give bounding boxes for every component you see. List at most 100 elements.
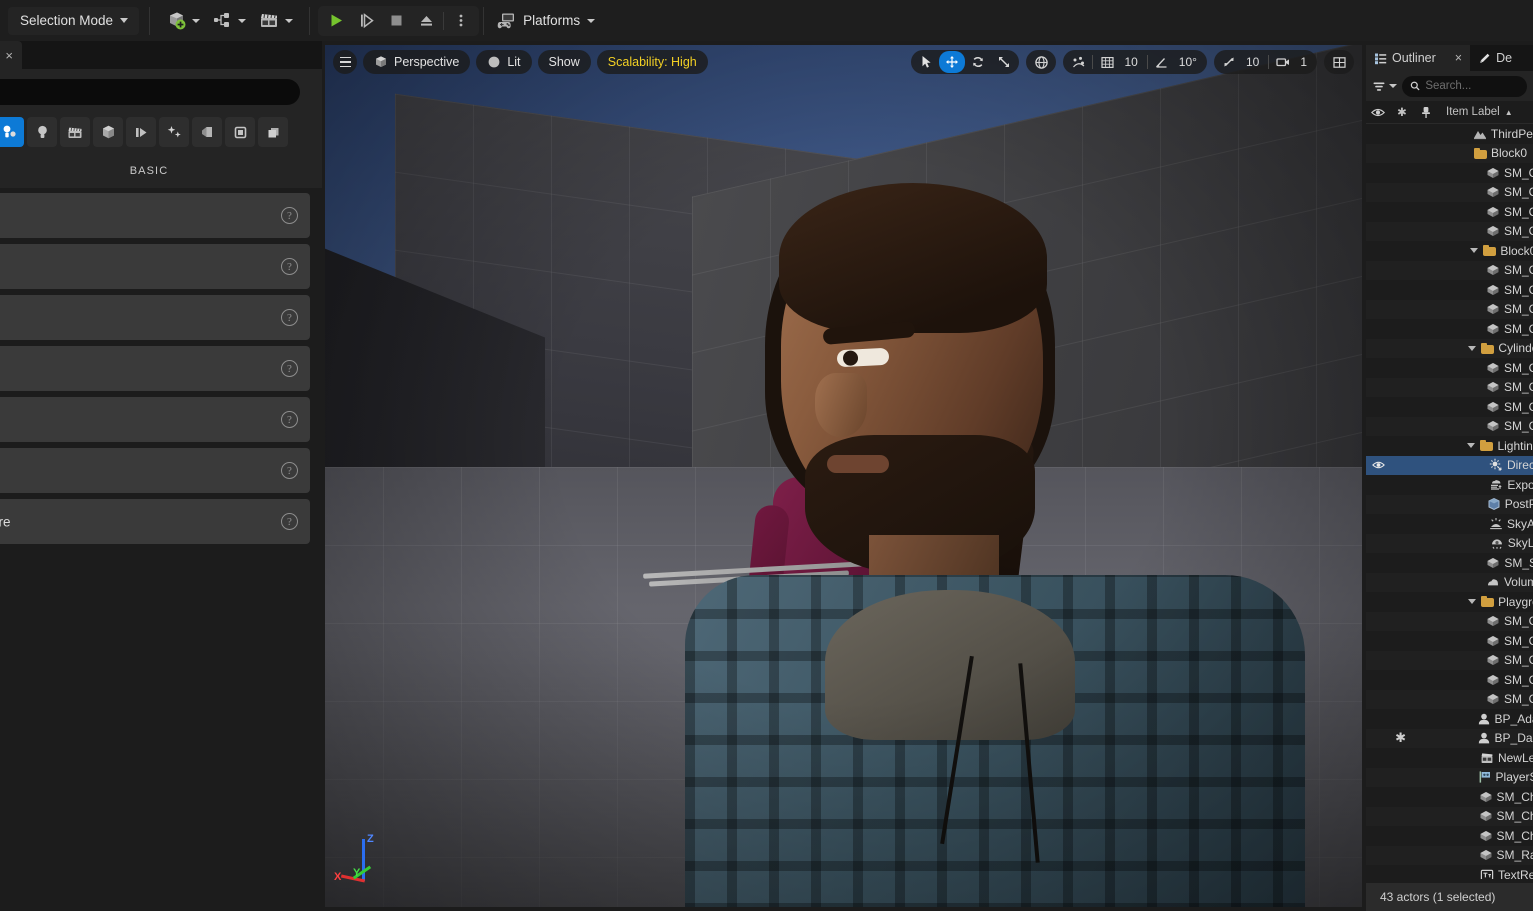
help-icon[interactable]: ?: [281, 462, 298, 479]
category-vfx[interactable]: [159, 117, 189, 147]
place-actor-item[interactable]: phere ?: [0, 499, 310, 544]
close-icon[interactable]: ×: [1455, 51, 1462, 65]
view-mode-dropdown[interactable]: Lit: [476, 50, 532, 74]
outliner-row[interactable]: SM_C: [1366, 202, 1533, 222]
place-actor-item[interactable]: ?: [0, 244, 310, 289]
outliner-row[interactable]: SM_C: [1366, 670, 1533, 690]
outliner-row[interactable]: NewLe: [1366, 748, 1533, 768]
platforms-dropdown[interactable]: Platforms: [488, 6, 603, 36]
outliner-row[interactable]: SM_Ch: [1366, 806, 1533, 826]
outliner-row[interactable]: SM_C: [1366, 377, 1533, 397]
outliner-row[interactable]: TextRe: [1366, 865, 1533, 879]
angle-snap-button[interactable]: [1149, 51, 1175, 73]
blueprints-dropdown[interactable]: [206, 6, 252, 36]
help-icon[interactable]: ?: [281, 411, 298, 428]
outliner-row[interactable]: SM_Ch: [1366, 787, 1533, 807]
outliner-row[interactable]: SM_C: [1366, 611, 1533, 631]
cinematics-dropdown[interactable]: [252, 6, 299, 36]
grid-snap-value[interactable]: 10: [1120, 55, 1145, 69]
category-geometry[interactable]: [126, 117, 156, 147]
outliner-row[interactable]: SM_S: [1366, 553, 1533, 573]
category-recently-placed[interactable]: [258, 117, 288, 147]
grid-snap-button[interactable]: [1094, 51, 1120, 73]
outliner-tree[interactable]: ThirdPers Block0 SM_C SM_C SM_C SM_C Block0 SM_…: [1366, 124, 1533, 879]
skip-button[interactable]: [351, 6, 381, 36]
outliner-row[interactable]: SM_C: [1366, 650, 1533, 670]
expander-icon[interactable]: [1470, 248, 1479, 254]
row-visibility-toggle[interactable]: [1366, 460, 1391, 470]
help-icon[interactable]: ?: [281, 207, 298, 224]
outliner-row[interactable]: SM_Ra: [1366, 845, 1533, 865]
outliner-row[interactable]: Cylinde: [1366, 338, 1533, 358]
category-visual-effects[interactable]: [93, 117, 123, 147]
outliner-search[interactable]: [1402, 75, 1527, 97]
outliner-search-input[interactable]: [1425, 80, 1519, 92]
category-basic[interactable]: [0, 117, 24, 147]
outliner-row[interactable]: SM_C: [1366, 416, 1533, 436]
outliner-row[interactable]: SM_C: [1366, 358, 1533, 378]
camera-mode-dropdown[interactable]: Perspective: [363, 50, 471, 74]
place-actors-search-input[interactable]: [0, 79, 300, 105]
outliner-row[interactable]: Playgro: [1366, 592, 1533, 612]
outliner-row[interactable]: ✱ BP_Dax: [1366, 728, 1533, 748]
outliner-row[interactable]: SM_C: [1366, 163, 1533, 183]
surface-snap-button[interactable]: [1065, 51, 1091, 73]
outliner-row[interactable]: SM_Ch: [1366, 826, 1533, 846]
rotate-tool-button[interactable]: [965, 51, 991, 73]
expander-icon[interactable]: [1468, 599, 1477, 605]
world-coordinate-button[interactable]: [1028, 51, 1054, 73]
eject-button[interactable]: [411, 6, 441, 36]
category-shapes[interactable]: [225, 117, 255, 147]
place-actor-item[interactable]: ?: [0, 295, 310, 340]
outliner-row[interactable]: SM_C: [1366, 319, 1533, 339]
scale-snap-button[interactable]: [1216, 51, 1242, 73]
category-all-classes[interactable]: [192, 117, 222, 147]
scale-snap-value[interactable]: 10: [1242, 55, 1267, 69]
outliner-row[interactable]: SM_C: [1366, 182, 1533, 202]
help-icon[interactable]: ?: [281, 360, 298, 377]
outliner-row[interactable]: PostP: [1366, 494, 1533, 514]
place-actors-tab[interactable]: ×: [0, 41, 22, 69]
play-button[interactable]: [321, 6, 351, 36]
scalability-dropdown[interactable]: Scalability: High: [596, 50, 708, 74]
column-visibility[interactable]: [1366, 107, 1390, 118]
place-actor-item[interactable]: rt ?: [0, 397, 310, 442]
tab-outliner[interactable]: Outliner ×: [1366, 45, 1471, 71]
outliner-row[interactable]: PlayerS: [1366, 767, 1533, 787]
outliner-row[interactable]: SM_C: [1366, 689, 1533, 709]
viewport-layout-button[interactable]: [1326, 51, 1352, 73]
outliner-row[interactable]: SM_C: [1366, 631, 1533, 651]
play-options-button[interactable]: [446, 6, 476, 36]
camera-speed-button[interactable]: [1270, 51, 1296, 73]
row-favorite-toggle[interactable]: ✱: [1390, 730, 1412, 746]
select-tool-button[interactable]: [913, 51, 939, 73]
show-flags-dropdown[interactable]: Show: [537, 50, 591, 74]
outliner-row[interactable]: Block0: [1366, 143, 1533, 163]
column-pin[interactable]: [1414, 106, 1438, 119]
outliner-row[interactable]: SkyA: [1366, 514, 1533, 534]
place-actor-item[interactable]: t ?: [0, 346, 310, 391]
column-item-label[interactable]: Item Label ▲: [1438, 106, 1533, 118]
column-favorite[interactable]: ✱: [1390, 105, 1414, 119]
outliner-filter-button[interactable]: [1372, 80, 1397, 93]
expander-icon[interactable]: [1468, 345, 1477, 351]
help-icon[interactable]: ?: [281, 258, 298, 275]
outliner-row[interactable]: Expo: [1366, 475, 1533, 495]
outliner-row[interactable]: SM_C: [1366, 221, 1533, 241]
close-icon[interactable]: ×: [5, 49, 13, 62]
viewport-menu-button[interactable]: [333, 50, 357, 74]
create-dropdown[interactable]: [160, 6, 206, 36]
scale-tool-button[interactable]: [991, 51, 1017, 73]
outliner-row[interactable]: Block0: [1366, 241, 1533, 261]
outliner-row[interactable]: ThirdPers: [1366, 124, 1533, 144]
outliner-row[interactable]: Lighting: [1366, 436, 1533, 456]
translate-tool-button[interactable]: [939, 51, 966, 73]
place-actor-item[interactable]: ox ?: [0, 448, 310, 493]
tab-details[interactable]: De: [1470, 45, 1520, 71]
help-icon[interactable]: ?: [281, 513, 298, 530]
selection-mode-dropdown[interactable]: Selection Mode: [8, 6, 140, 35]
expander-icon[interactable]: [1467, 443, 1476, 449]
outliner-row[interactable]: Direc: [1366, 455, 1533, 475]
outliner-row[interactable]: Volum: [1366, 572, 1533, 592]
camera-speed-value[interactable]: 1: [1296, 55, 1315, 69]
